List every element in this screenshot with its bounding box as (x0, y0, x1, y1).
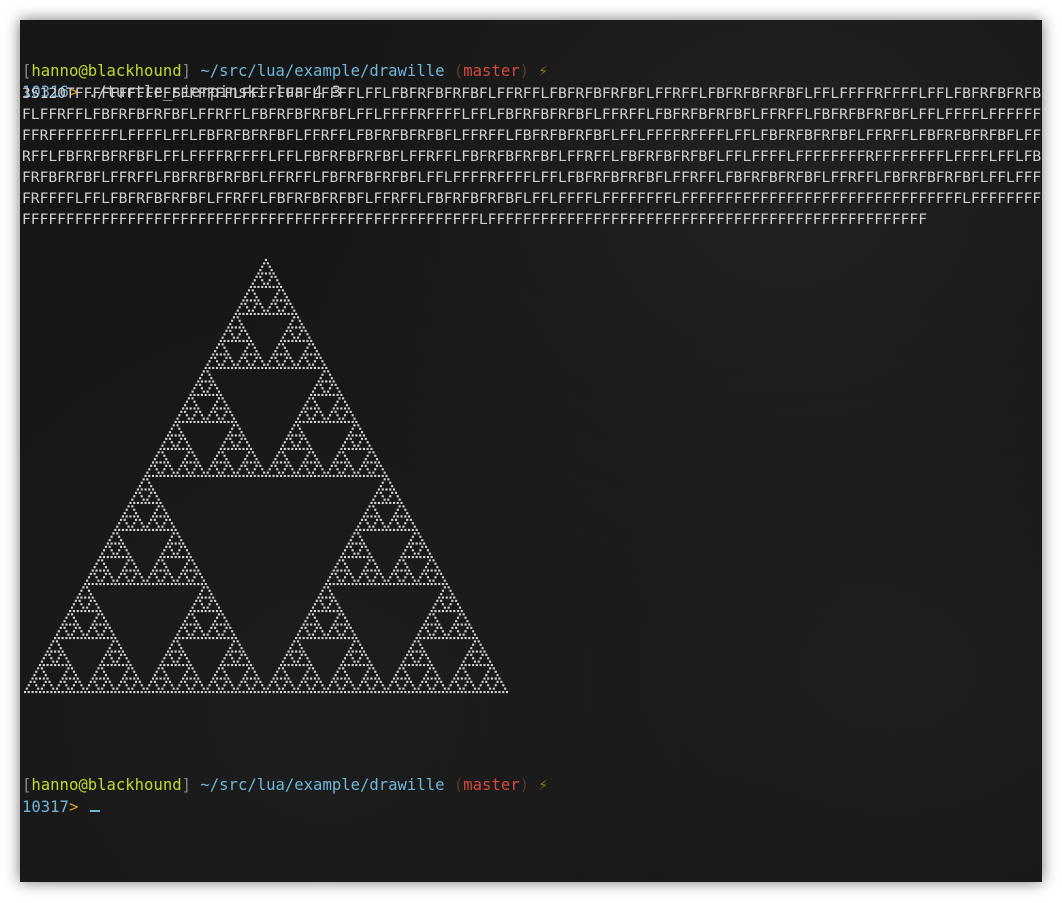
prompt-line-2: [hanno@blackhound] ~/src/lua/example/dra… (22, 775, 548, 796)
user-host: hanno@blackhound (31, 776, 182, 794)
command-line-2[interactable]: 10317> (22, 797, 100, 818)
text-cursor-icon[interactable] (89, 810, 100, 812)
bracket-open: [ (22, 776, 32, 794)
prompt-arrow: > (68, 798, 79, 816)
cwd-path: ~/src/lua/example/drawille (200, 776, 445, 794)
history-number: 10317 (22, 798, 69, 816)
git-branch: master (463, 776, 520, 794)
terminal-window[interactable]: [hanno@blackhound] ~/src/lua/example/dra… (20, 20, 1042, 882)
paren-open: ( (453, 776, 464, 794)
bracket-close: ] (181, 776, 191, 794)
sierpinski-triangle-drawing (24, 258, 508, 694)
sierpinski-dots (24, 258, 508, 694)
paren-close: ) (519, 776, 530, 794)
lightning-bolt-icon: ⚡ (538, 776, 548, 794)
